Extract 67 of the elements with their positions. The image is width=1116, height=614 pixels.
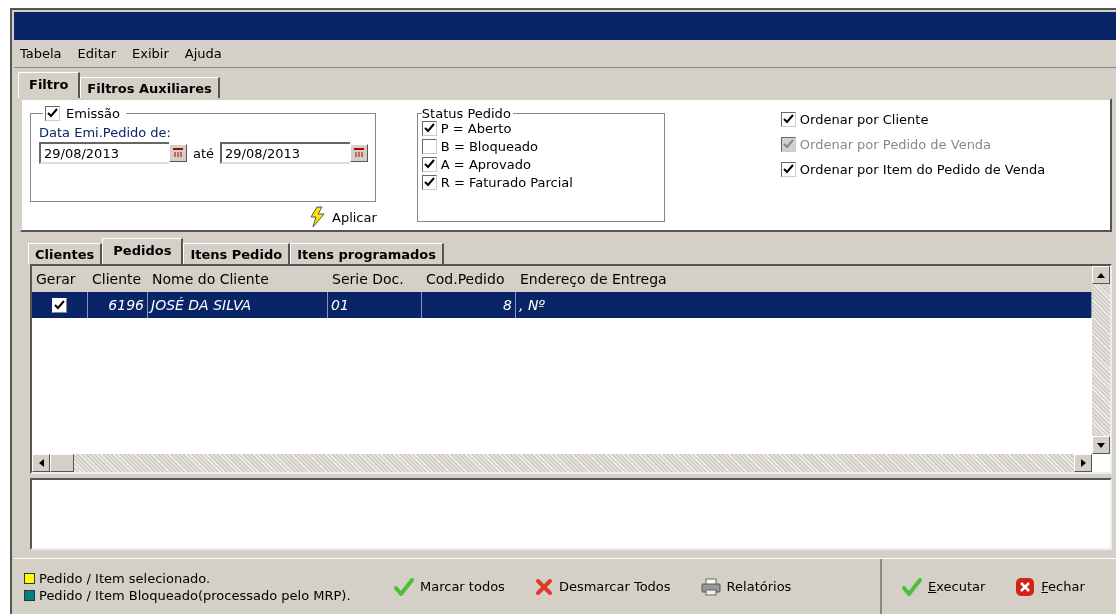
- tab[interactable]: Pedidos: [102, 238, 184, 264]
- column-header[interactable]: Cliente: [88, 271, 148, 287]
- scroll-down-button[interactable]: [1092, 436, 1110, 454]
- action-button[interactable]: Marcar todos: [394, 577, 505, 596]
- tab[interactable]: Itens programados: [290, 243, 444, 264]
- calendar-icon[interactable]: [169, 144, 187, 162]
- column-header[interactable]: Endereço de Entrega: [516, 271, 1092, 287]
- column-header[interactable]: Gerar: [32, 271, 88, 287]
- check-icon: [394, 577, 414, 596]
- action-button[interactable]: Relatórios: [700, 577, 792, 596]
- column-header[interactable]: Serie Doc.: [328, 271, 422, 287]
- date-field[interactable]: 29/08/2013: [39, 142, 169, 164]
- legend-label: Pedido / Item Bloqueado(processado pelo MRP).: [39, 587, 351, 603]
- menu-item[interactable]: Exibir: [132, 46, 169, 61]
- memo-field[interactable]: [30, 478, 1112, 550]
- action-button[interactable]: Fechar: [1015, 576, 1085, 597]
- check-icon: [902, 577, 922, 596]
- calendar-icon[interactable]: [350, 144, 369, 162]
- scroll-up-button[interactable]: [1092, 266, 1110, 284]
- cross-icon: [534, 577, 553, 596]
- apply-button[interactable]: Aplicar: [308, 206, 377, 228]
- checkbox[interactable]: [780, 162, 796, 177]
- up-arrow-icon: [1097, 272, 1105, 278]
- range-label: até: [193, 145, 215, 161]
- column-header[interactable]: Nome do Cliente: [148, 271, 328, 287]
- menu-item[interactable]: Ajuda: [184, 46, 222, 61]
- menu-item[interactable]: Tabela: [20, 46, 62, 61]
- checkbox[interactable]: [421, 121, 437, 136]
- checkbox-label: A = Aprovado: [440, 157, 531, 172]
- checkbox-label: Ordenar por Pedido de Venda: [799, 137, 992, 152]
- checkbox[interactable]: [421, 157, 437, 172]
- tab[interactable]: Itens Pedido: [183, 243, 291, 264]
- table-cell: 8: [422, 292, 516, 318]
- menu-item[interactable]: Editar: [77, 46, 117, 61]
- tab[interactable]: Clientes: [28, 243, 103, 264]
- group-title: Status Pedido: [421, 106, 512, 121]
- checkbox[interactable]: [780, 112, 796, 127]
- checkbox-label: P = Aberto: [440, 121, 512, 136]
- close-icon: [1015, 576, 1036, 597]
- scroll-left-button[interactable]: [32, 454, 50, 472]
- action-button[interactable]: Executar: [902, 577, 986, 596]
- legend-label: Pedido / Item selecionado.: [39, 570, 211, 586]
- checkbox[interactable]: [45, 106, 60, 121]
- checkbox-label: R = Faturado Parcial: [440, 175, 573, 190]
- checkbox-label: B = Bloqueado: [440, 139, 539, 154]
- checkbox[interactable]: [421, 175, 437, 190]
- down-arrow-icon: [1097, 442, 1105, 448]
- checkbox-label: Ordenar por Item do Pedido de Venda: [799, 162, 1046, 177]
- column-header[interactable]: Cod.Pedido: [422, 271, 516, 287]
- table-cell: 01: [328, 292, 422, 318]
- table-cell: 6196: [88, 292, 148, 318]
- left-arrow-icon: [38, 459, 44, 467]
- scroll-right-button[interactable]: [1074, 454, 1092, 472]
- table-cell: JOSÉ DA SILVA: [148, 292, 328, 318]
- printer-icon: [700, 577, 721, 596]
- tab[interactable]: Filtros Auxiliares: [80, 77, 220, 98]
- checkbox[interactable]: [421, 139, 437, 154]
- action-button[interactable]: Desmarcar Todos: [534, 577, 671, 596]
- lightning-icon: [308, 206, 326, 228]
- scroll-thumb[interactable]: [50, 454, 74, 472]
- checkbox-label: Emissão: [66, 106, 120, 121]
- right-arrow-icon: [1080, 459, 1086, 467]
- date-label: Data Emi.Pedido de:: [39, 125, 172, 140]
- table-row[interactable]: 6196 JOSÉ DA SILVA 01 8 , Nº: [32, 292, 1092, 318]
- date-field[interactable]: 29/08/2013: [220, 142, 351, 164]
- checkbox-label: Ordenar por Cliente: [799, 112, 929, 127]
- tab[interactable]: Filtro: [18, 72, 81, 98]
